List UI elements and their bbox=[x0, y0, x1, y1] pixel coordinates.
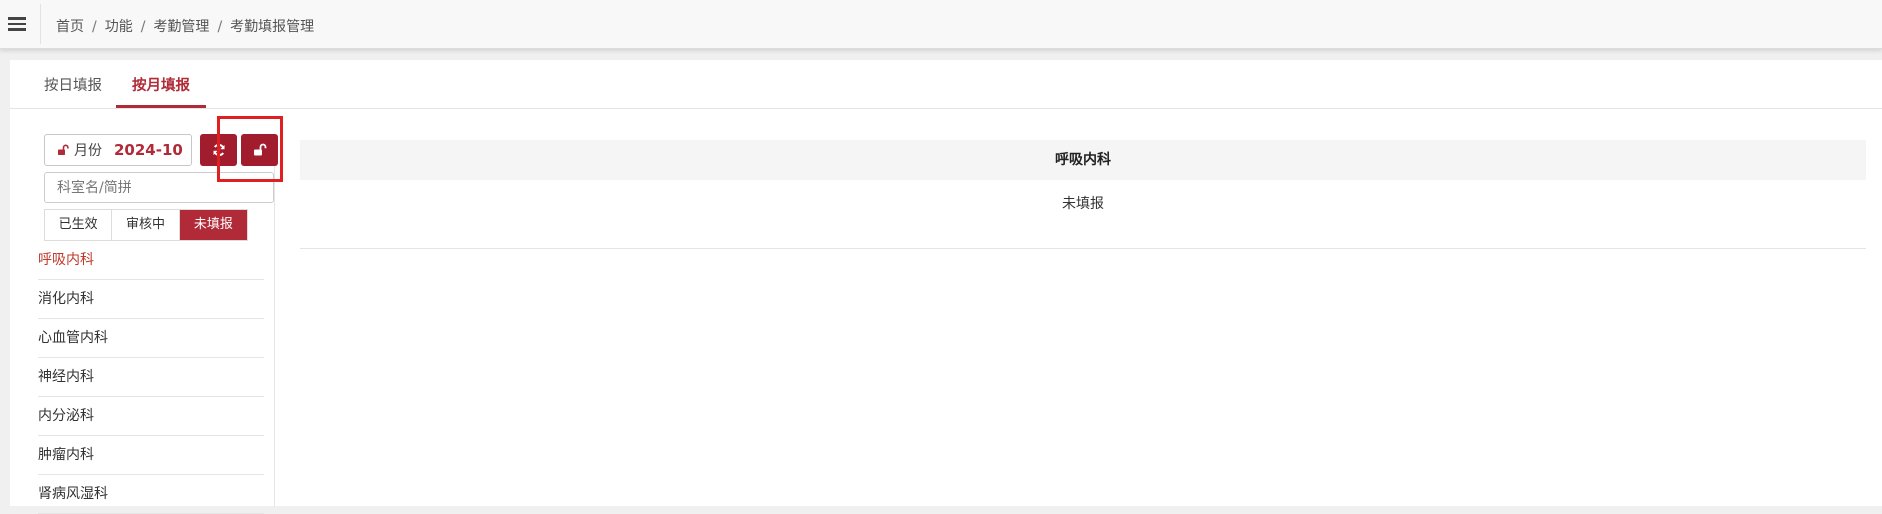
unlock-icon bbox=[253, 143, 266, 156]
tab-daily[interactable]: 按日填报 bbox=[44, 74, 126, 108]
list-item[interactable]: 心血管内科 bbox=[38, 319, 264, 358]
list-item[interactable]: 消化内科 bbox=[38, 280, 264, 319]
status-filter: 已生效 审核中 未填报 bbox=[44, 209, 248, 241]
breadcrumb: 首页 / 功能 / 考勤管理 / 考勤填报管理 bbox=[56, 19, 315, 35]
list-item[interactable]: 呼吸内科 bbox=[38, 241, 264, 280]
tab-monthly[interactable]: 按月填报 bbox=[116, 74, 206, 108]
department-sidebar: 月份 2024-10 已生效 审核中 未填报 呼吸内科 消化内科 bbox=[34, 134, 278, 514]
department-list: 呼吸内科 消化内科 心血管内科 神经内科 内分泌科 肿瘤内科 肾病风湿科 bbox=[38, 241, 264, 514]
breadcrumb-function[interactable]: 功能 bbox=[105, 19, 133, 35]
month-label: 月份 bbox=[74, 143, 102, 159]
list-item[interactable]: 神经内科 bbox=[38, 358, 264, 397]
divider bbox=[40, 4, 41, 44]
month-value: 2024-10 bbox=[114, 141, 183, 159]
refresh-icon bbox=[213, 144, 224, 156]
detail-status: 未填报 bbox=[300, 180, 1866, 249]
filter-unreported[interactable]: 未填报 bbox=[179, 210, 248, 240]
list-item[interactable]: 肾病风湿科 bbox=[38, 475, 264, 514]
breadcrumb-current: 考勤填报管理 bbox=[230, 19, 315, 35]
filter-effective[interactable]: 已生效 bbox=[45, 210, 113, 240]
month-picker[interactable]: 月份 2024-10 bbox=[44, 134, 192, 166]
main-panel: 按日填报 按月填报 月份 2024-10 科室名/简拼 已生效 审核中 未填报 … bbox=[10, 60, 1882, 514]
menu-icon[interactable] bbox=[8, 17, 26, 31]
top-bar: 首页 / 功能 / 考勤管理 / 考勤填报管理 bbox=[0, 0, 1882, 49]
department-search-input[interactable] bbox=[44, 172, 274, 203]
list-item[interactable]: 内分泌科 bbox=[38, 397, 264, 436]
unlock-button[interactable] bbox=[241, 134, 278, 166]
tab-bar: 按日填报 按月填报 bbox=[10, 60, 1882, 109]
breadcrumb-home[interactable]: 首页 bbox=[56, 19, 84, 35]
detail-header: 呼吸内科 bbox=[300, 140, 1866, 180]
list-item[interactable]: 肿瘤内科 bbox=[38, 436, 264, 475]
filter-reviewing[interactable]: 审核中 bbox=[112, 210, 180, 240]
refresh-button[interactable] bbox=[200, 134, 237, 166]
breadcrumb-attendance[interactable]: 考勤管理 bbox=[153, 19, 209, 35]
unlock-icon bbox=[58, 144, 69, 155]
